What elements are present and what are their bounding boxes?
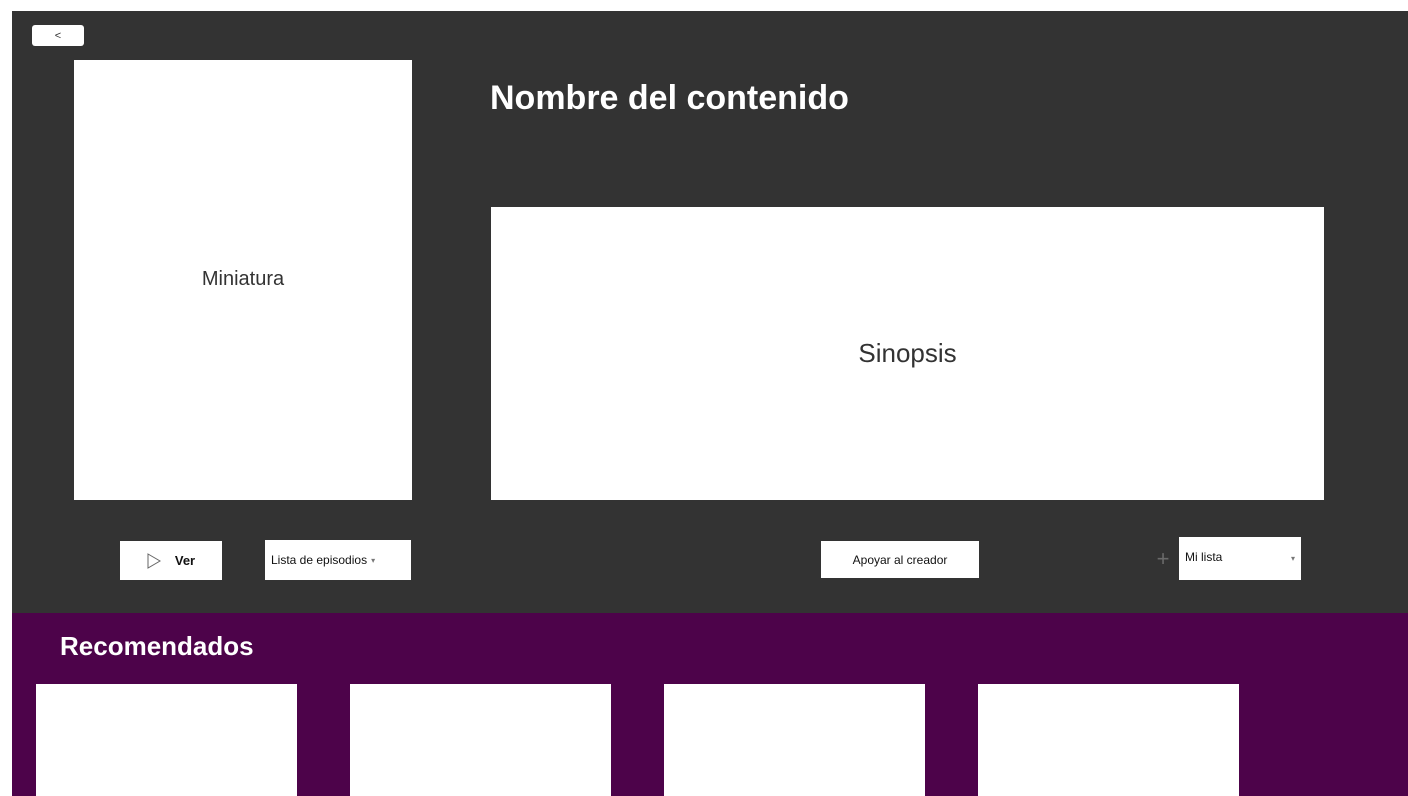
- synopsis-panel: Sinopsis: [491, 207, 1324, 500]
- chevron-down-icon: ▾: [371, 555, 376, 565]
- episodes-select[interactable]: Lista de episodios ▾: [265, 540, 411, 580]
- support-creator-button[interactable]: Apoyar al creador: [821, 541, 979, 578]
- play-icon: [147, 552, 161, 569]
- recommended-card[interactable]: [350, 684, 611, 796]
- support-label: Apoyar al creador: [852, 552, 948, 567]
- recommended-card[interactable]: [978, 684, 1239, 796]
- watch-button[interactable]: Ver: [120, 541, 222, 580]
- thumbnail: Miniatura: [74, 60, 412, 500]
- plus-icon[interactable]: +: [1153, 548, 1173, 570]
- synopsis-label: Sinopsis: [858, 338, 957, 368]
- back-label: <: [54, 29, 62, 42]
- recommended-card[interactable]: [36, 684, 297, 796]
- content-detail-panel: < Miniatura Nombre del contenido Sinopsi…: [12, 11, 1408, 613]
- thumbnail-label: Miniatura: [201, 267, 285, 290]
- chevron-down-icon: ▾: [1290, 554, 1295, 563]
- back-button[interactable]: <: [32, 25, 84, 46]
- my-list-select[interactable]: Mi lista ▾: [1179, 537, 1301, 580]
- app-window: < Miniatura Nombre del contenido Sinopsi…: [12, 11, 1408, 796]
- episodes-label: Lista de episodios: [271, 553, 368, 567]
- my-list-label: Mi lista: [1185, 550, 1223, 564]
- page-title: Nombre del contenido: [490, 79, 849, 117]
- watch-label: Ver: [174, 553, 196, 568]
- recommended-title: Recomendados: [60, 631, 254, 661]
- recommended-card[interactable]: [664, 684, 925, 796]
